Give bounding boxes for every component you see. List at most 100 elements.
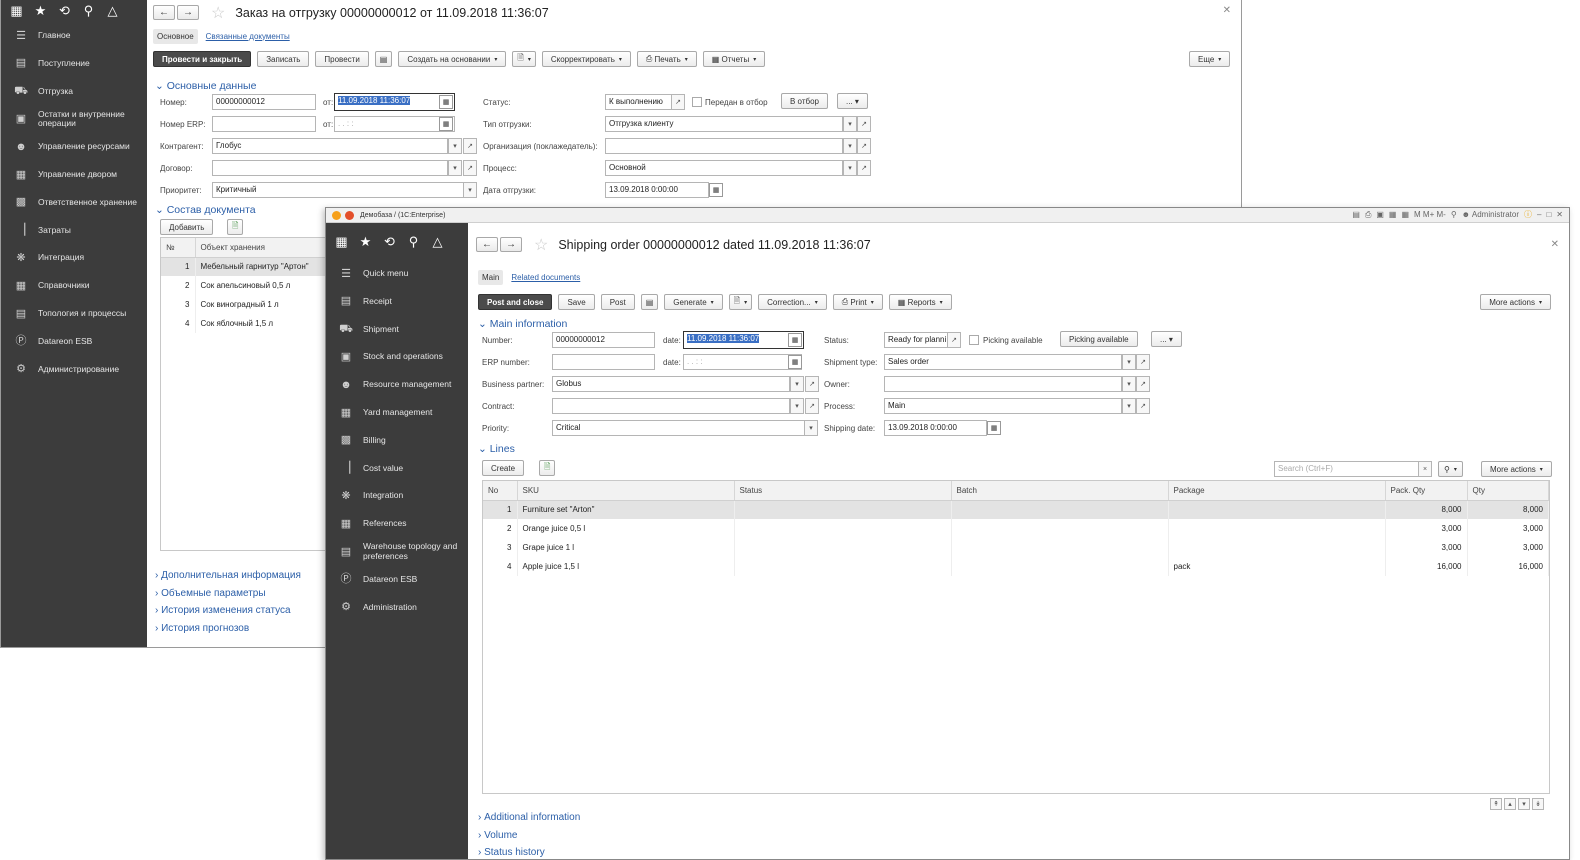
en-print-button[interactable]: ⎙ Print ▾	[832, 294, 883, 310]
calendar-strip-icon[interactable]: ▦	[1401, 210, 1409, 219]
forward-button[interactable]: →	[500, 237, 522, 252]
ru-sidebar-item[interactable]: ▦ Управление двором	[1, 161, 147, 189]
en-sidebar-item[interactable]: ▤ Receipt	[326, 288, 468, 316]
ru-shiptype-open-icon[interactable]: ↗	[857, 116, 871, 132]
bell-icon[interactable]: △	[106, 3, 119, 19]
en-sidebar-item[interactable]: ⛟ Shipment	[326, 316, 468, 344]
ru-sidebar-item[interactable]: ▤ Поступление	[1, 50, 147, 78]
en-priority-dropdown[interactable]: ▾	[804, 420, 818, 436]
en-col-pack-qty[interactable]: Pack. Qty	[1385, 481, 1468, 501]
en-add-copy-icon[interactable]: 🗎	[539, 460, 556, 476]
ru-post-close-button[interactable]: Провести и закрыть	[153, 51, 252, 67]
back-button[interactable]: ←	[153, 5, 175, 20]
search-icon[interactable]: ⚲	[82, 3, 95, 19]
en-reports-button[interactable]: ▦ Reports ▾	[888, 294, 952, 310]
ru-correct-button[interactable]: Скорректировать ▾	[541, 51, 631, 67]
en-generate-button[interactable]: Generate ▾	[664, 294, 723, 310]
table-row[interactable]: 2 Orange juice 0,5 l 3,000 3,000	[483, 519, 1549, 538]
en-process-dropdown[interactable]: ▾	[1122, 398, 1136, 414]
en-contract-field[interactable]	[552, 398, 790, 414]
en-lines-more-button[interactable]: More actions ▾	[1481, 461, 1552, 477]
ru-post-button[interactable]: Провести	[315, 51, 369, 67]
en-doc-list-icon[interactable]: ▤	[640, 294, 659, 310]
en-owner-field[interactable]	[884, 376, 1122, 392]
ru-partner-dropdown[interactable]: ▾	[448, 138, 462, 154]
ru-owner-field[interactable]	[605, 138, 843, 154]
ru-picking-button[interactable]: В отбор	[781, 93, 828, 109]
en-picking-more[interactable]: ... ▾	[1151, 331, 1182, 347]
en-shiptype-dropdown[interactable]: ▾	[1122, 354, 1136, 370]
ru-create-based-button[interactable]: Создать на основании ▾	[398, 51, 507, 67]
en-sidebar-item[interactable]: ▣ Stock and operations	[326, 343, 468, 371]
en-col-qty[interactable]: Qty	[1467, 481, 1549, 501]
en-post-close-button[interactable]: Post and close	[478, 294, 553, 310]
en-contract-dropdown[interactable]: ▾	[790, 398, 804, 414]
en-col-package[interactable]: Package	[1168, 481, 1386, 501]
en-sidebar-item[interactable]: ▦ Yard management	[326, 399, 468, 427]
en-process-open-icon[interactable]: ↗	[1136, 398, 1150, 414]
ru-date-calendar-icon[interactable]: ▦	[439, 95, 453, 109]
table-row[interactable]: 2 Сок апельсиновый 0,5 л	[161, 276, 335, 295]
print-strip-icon[interactable]: ⎙	[1365, 210, 1371, 220]
en-status-field[interactable]: Ready for planni	[884, 332, 950, 348]
en-tab-main[interactable]: Main	[478, 269, 504, 285]
ru-partner-field[interactable]: Глобус	[212, 138, 448, 154]
m-plus-icon[interactable]: M M+ M-	[1414, 210, 1446, 219]
forward-button[interactable]: →	[177, 5, 199, 20]
ru-add-copy-icon[interactable]: 🗎	[227, 219, 244, 235]
en-section-link[interactable]: › Additional information	[478, 812, 580, 830]
en-sidebar-item[interactable]: ▤ Warehouse topology and preferences	[326, 538, 468, 566]
ru-doc-list-icon[interactable]: ▤	[374, 51, 393, 67]
en-sidebar-item[interactable]: Ⓟ Datareon ESB	[326, 566, 468, 594]
star-icon[interactable]: ★	[359, 234, 372, 250]
en-col-batch[interactable]: Batch	[951, 481, 1169, 501]
ru-owner-open-icon[interactable]: ↗	[857, 138, 871, 154]
ru-shiptype-field[interactable]: Отгрузка клиенту	[605, 116, 843, 132]
favorite-star-icon[interactable]: ☆	[211, 3, 225, 23]
ru-date-field[interactable]: 11.09.2018 11:36:07	[334, 93, 455, 111]
ru-contract-dropdown[interactable]: ▾	[448, 160, 462, 176]
ru-partner-open-icon[interactable]: ↗	[463, 138, 477, 154]
back-button[interactable]: ←	[476, 237, 498, 252]
zoom-icon[interactable]: ⚲	[1451, 210, 1457, 219]
user-icon[interactable]: ☻ Administrator	[1462, 210, 1519, 219]
en-create-button[interactable]: Create	[482, 460, 525, 476]
en-col-no[interactable]: No	[483, 481, 518, 501]
save-icon[interactable]: ▤	[1352, 210, 1360, 219]
table-row[interactable]: 3 Grape juice 1 l 3,000 3,000	[483, 538, 1549, 557]
en-status-open-icon[interactable]: ↗	[947, 332, 961, 348]
ru-sidebar-item[interactable]: ☰ Главное	[1, 22, 147, 50]
en-sidebar-item[interactable]: ▦ References	[326, 510, 468, 538]
scroll-bottom-icon[interactable]: ↡	[1532, 798, 1544, 810]
en-sidebar-item[interactable]: ⚙ Administration	[326, 594, 468, 622]
en-section-link[interactable]: › Status history	[478, 847, 580, 859]
ru-section-link[interactable]: › Дополнительная информация	[155, 570, 301, 588]
favorite-star-icon[interactable]: ☆	[534, 235, 548, 255]
en-correction-button[interactable]: Correction... ▾	[758, 294, 827, 310]
table-row[interactable]: 3 Сок виноградный 1 л	[161, 295, 335, 314]
en-shiptype-field[interactable]: Sales order	[884, 354, 1122, 370]
ru-erp-date-field[interactable]: . . : :	[334, 116, 455, 132]
en-date-field[interactable]: 11.09.2018 11:36:07	[683, 331, 804, 349]
ru-contract-field[interactable]	[212, 160, 448, 176]
en-shipdate-calendar-icon[interactable]: ▦	[987, 421, 1001, 435]
table-row[interactable]: 1 Мебельный гарнитур "Артон"	[161, 257, 335, 276]
ru-shiptype-dropdown[interactable]: ▾	[843, 116, 857, 132]
ru-picking-checkbox[interactable]	[692, 97, 702, 107]
ru-erp-calendar-icon[interactable]: ▦	[439, 117, 453, 131]
en-search-input[interactable]: Search (Ctrl+F)	[1274, 461, 1432, 477]
minimize-icon[interactable]: –	[1537, 210, 1541, 219]
en-section-link[interactable]: › Volume	[478, 830, 580, 848]
ru-owner-dropdown[interactable]: ▾	[843, 138, 857, 154]
ru-close-icon[interactable]: ✕	[1223, 5, 1231, 16]
en-sidebar-item[interactable]: ▩ Billing	[326, 427, 468, 455]
ru-picking-more[interactable]: ... ▾	[837, 93, 868, 109]
star-icon[interactable]: ★	[34, 3, 47, 19]
apps-icon[interactable]: ▦	[10, 3, 23, 19]
ru-status-open-icon[interactable]: ↗	[671, 94, 685, 110]
en-shiptype-open-icon[interactable]: ↗	[1136, 354, 1150, 370]
en-partner-field[interactable]: Globus	[552, 376, 790, 392]
en-erp-date-field[interactable]: . . : :	[683, 354, 802, 370]
ru-attach-icon[interactable]: 🗎 ▾	[512, 51, 536, 67]
ru-erp-field[interactable]	[212, 116, 316, 132]
